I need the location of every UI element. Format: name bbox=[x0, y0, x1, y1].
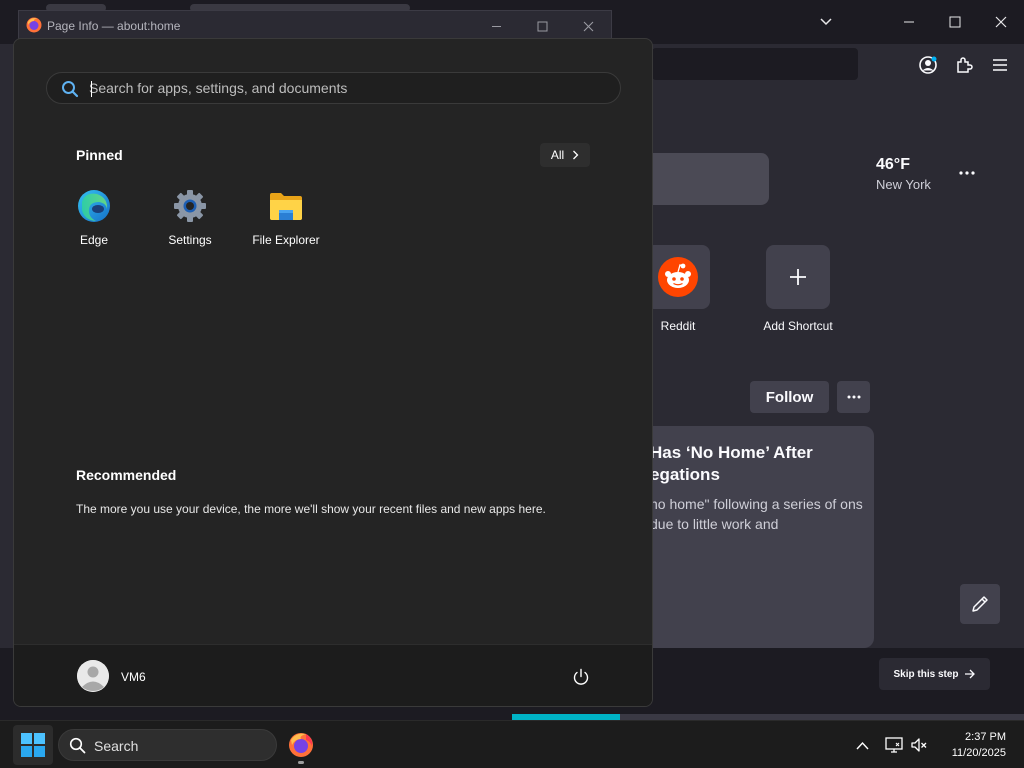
shortcut-tile bbox=[646, 245, 710, 309]
account-button[interactable] bbox=[913, 50, 943, 80]
clock-date: 11/20/2025 bbox=[951, 747, 1006, 759]
network-status-button[interactable] bbox=[883, 734, 905, 756]
windows-logo-icon bbox=[21, 733, 45, 757]
shortcut-label: Add Shortcut bbox=[763, 319, 833, 333]
text-caret bbox=[91, 81, 92, 97]
chevron-right-icon bbox=[573, 150, 579, 160]
firefox-icon bbox=[289, 733, 313, 757]
arrow-right-icon bbox=[964, 669, 975, 679]
start-search-box[interactable] bbox=[46, 72, 621, 104]
story-card[interactable]: Has ‘No Home’ After egations no home" fo… bbox=[620, 426, 874, 648]
follow-button[interactable]: Follow bbox=[750, 381, 829, 413]
recommended-heading: Recommended bbox=[76, 467, 177, 483]
page-info-title: Page Info — about:home bbox=[47, 19, 181, 33]
more-horizontal-icon bbox=[847, 395, 860, 399]
show-hidden-icons-button[interactable] bbox=[851, 734, 873, 756]
pinned-heading: Pinned bbox=[76, 147, 123, 163]
firefox-icon bbox=[26, 17, 42, 33]
maximize-icon bbox=[949, 16, 961, 28]
pinned-app-label: File Explorer bbox=[252, 233, 320, 247]
network-icon bbox=[885, 737, 903, 753]
list-all-tabs-button[interactable] bbox=[803, 0, 849, 44]
customize-button[interactable] bbox=[960, 584, 1000, 624]
close-icon bbox=[995, 16, 1007, 28]
maximize-button[interactable] bbox=[932, 0, 978, 44]
more-horizontal-icon bbox=[959, 171, 975, 175]
menu-icon bbox=[993, 59, 1007, 71]
page-info-window[interactable]: Page Info — about:home bbox=[18, 10, 612, 40]
taskbar-search-label: Search bbox=[94, 738, 139, 754]
settings-gear-icon bbox=[174, 190, 206, 222]
pinned-app-file-explorer[interactable]: File Explorer bbox=[238, 189, 334, 247]
taskbar-search[interactable]: Search bbox=[58, 729, 277, 761]
pinned-app-edge[interactable]: Edge bbox=[46, 189, 142, 247]
clock-time: 2:37 PM bbox=[965, 731, 1006, 743]
page-info-minimize-button[interactable] bbox=[481, 14, 511, 38]
edge-icon bbox=[78, 190, 110, 222]
minimize-icon bbox=[491, 25, 501, 27]
taskbar: Search 2:37 PM 11/20/2025 bbox=[0, 720, 1024, 768]
pencil-icon bbox=[972, 596, 988, 612]
minimize-button[interactable] bbox=[886, 0, 932, 44]
close-icon bbox=[583, 21, 593, 31]
skip-step-label: Skip this step bbox=[893, 668, 959, 680]
plus-icon bbox=[790, 269, 806, 285]
skip-step-button[interactable]: Skip this step bbox=[879, 658, 990, 690]
weather-more-button[interactable] bbox=[952, 160, 982, 186]
newtab-search-box[interactable] bbox=[640, 153, 769, 205]
weather-temperature: 46°F bbox=[876, 156, 910, 173]
account-icon bbox=[919, 56, 937, 74]
user-name[interactable]: VM6 bbox=[121, 670, 146, 684]
all-apps-button[interactable]: All bbox=[540, 143, 590, 167]
search-icon bbox=[69, 737, 86, 754]
reddit-icon bbox=[658, 257, 698, 297]
folder-icon bbox=[270, 193, 302, 220]
close-button[interactable] bbox=[978, 0, 1024, 44]
running-indicator bbox=[298, 761, 304, 764]
volume-button[interactable] bbox=[908, 734, 930, 756]
all-apps-label: All bbox=[550, 148, 565, 162]
url-bar[interactable] bbox=[652, 48, 858, 80]
weather-city: New York bbox=[876, 177, 931, 192]
app-menu-button[interactable] bbox=[985, 50, 1015, 80]
story-excerpt: no home" following a series of ons due t… bbox=[650, 496, 863, 532]
system-clock[interactable]: 2:37 PM 11/20/2025 bbox=[930, 729, 1006, 761]
chevron-down-icon bbox=[820, 18, 832, 26]
pinned-app-settings[interactable]: Settings bbox=[142, 189, 238, 247]
extensions-icon bbox=[957, 57, 973, 73]
start-menu-footer: VM6 bbox=[14, 644, 652, 706]
shortcut-tile bbox=[766, 245, 830, 309]
story-title: Has ‘No Home’ After egations bbox=[650, 443, 813, 484]
taskbar-firefox[interactable] bbox=[284, 725, 318, 765]
maximize-icon bbox=[537, 21, 547, 31]
power-icon bbox=[573, 668, 589, 685]
user-icon bbox=[77, 660, 109, 692]
story-more-button[interactable] bbox=[837, 381, 870, 413]
page-info-maximize-button[interactable] bbox=[527, 14, 557, 38]
pinned-app-label: Edge bbox=[79, 233, 109, 247]
recommended-empty-text: The more you use your device, the more w… bbox=[76, 502, 546, 516]
search-icon bbox=[62, 81, 79, 98]
pinned-app-label: Settings bbox=[168, 233, 212, 247]
chevron-up-icon bbox=[855, 741, 869, 749]
shortcut-add[interactable]: Add Shortcut bbox=[738, 245, 858, 333]
start-search-input[interactable] bbox=[89, 78, 609, 98]
minimize-icon bbox=[904, 21, 914, 23]
start-menu: Pinned All Edge bbox=[13, 38, 653, 707]
page-info-close-button[interactable] bbox=[573, 14, 603, 38]
speaker-muted-icon bbox=[911, 738, 927, 752]
extensions-button[interactable] bbox=[949, 50, 979, 80]
power-button[interactable] bbox=[568, 664, 594, 690]
user-avatar[interactable] bbox=[77, 660, 109, 692]
start-button[interactable] bbox=[13, 725, 53, 765]
weather-widget[interactable]: 46°F New York bbox=[876, 156, 931, 192]
